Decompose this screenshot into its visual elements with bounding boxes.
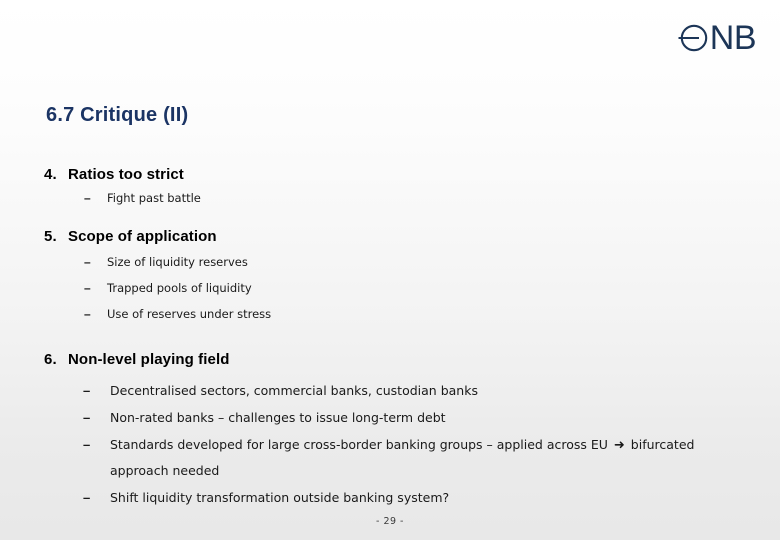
- slide-body: 4. Ratios too strict – Fight past battle…: [44, 166, 740, 510]
- list-item: – Trapped pools of liquidity: [44, 275, 740, 301]
- page-number: - 29 -: [376, 516, 404, 527]
- list-item-heading-6: 6. Non-level playing field: [44, 351, 740, 368]
- list-item: – Standards developed for large cross-bo…: [44, 432, 740, 483]
- dash-bullet-icon: –: [84, 307, 91, 321]
- list-number-5: 5.: [44, 228, 57, 245]
- dash-bullet-icon: –: [83, 383, 91, 398]
- sub-list-4: – Fight past battle: [44, 185, 740, 211]
- logo-text: NB: [709, 19, 757, 57]
- right-arrow-icon: ➜: [613, 438, 625, 453]
- dash-bullet-icon: –: [83, 410, 91, 425]
- dash-bullet-icon: –: [84, 281, 91, 295]
- list-item: – Use of reserves under stress: [44, 301, 740, 327]
- list-label-5: Scope of application: [68, 228, 217, 245]
- oenb-logo: NB: [677, 18, 757, 58]
- list-item-heading-4: 4. Ratios too strict: [44, 166, 740, 183]
- list-number-6: 6.: [44, 351, 57, 368]
- list-item-text: Non-rated banks – challenges to issue lo…: [110, 410, 446, 425]
- list-item-text: Size of liquidity reserves: [107, 255, 248, 269]
- slide-canvas: NB 6.7 Critique (II) 4. Ratios too stric…: [0, 0, 780, 540]
- list-item: – Size of liquidity reserves: [44, 249, 740, 275]
- list-label-6: Non-level playing field: [68, 351, 230, 368]
- list-item-text-before-arrow: Standards developed for large cross-bord…: [110, 437, 612, 452]
- list-item: – Shift liquidity transformation outside…: [44, 485, 740, 510]
- list-item-text: Standards developed for large cross-bord…: [110, 432, 740, 483]
- list-item-heading-5: 5. Scope of application: [44, 228, 740, 245]
- dash-bullet-icon: –: [83, 490, 91, 505]
- list-item-text: Use of reserves under stress: [107, 307, 272, 321]
- dash-bullet-icon: –: [84, 191, 91, 205]
- list-item: – Decentralised sectors, commercial bank…: [44, 378, 740, 403]
- list-item: – Non-rated banks – challenges to issue …: [44, 405, 740, 430]
- list-item-text: Shift liquidity transformation outside b…: [110, 490, 450, 505]
- oenb-circle-mark-icon: [678, 24, 708, 52]
- list-number-4: 4.: [44, 166, 57, 183]
- page-title: 6.7 Critique (II): [46, 104, 189, 126]
- list-item: – Fight past battle: [44, 185, 740, 211]
- dash-bullet-icon: –: [83, 437, 91, 452]
- list-item-text: Trapped pools of liquidity: [107, 281, 252, 295]
- list-label-4: Ratios too strict: [68, 166, 184, 183]
- sub-list-6: – Decentralised sectors, commercial bank…: [44, 378, 740, 510]
- dash-bullet-icon: –: [84, 255, 91, 269]
- list-item-text: Decentralised sectors, commercial banks,…: [110, 383, 478, 398]
- list-item-text: Fight past battle: [107, 191, 201, 205]
- sub-list-5: – Size of liquidity reserves – Trapped p…: [44, 249, 740, 327]
